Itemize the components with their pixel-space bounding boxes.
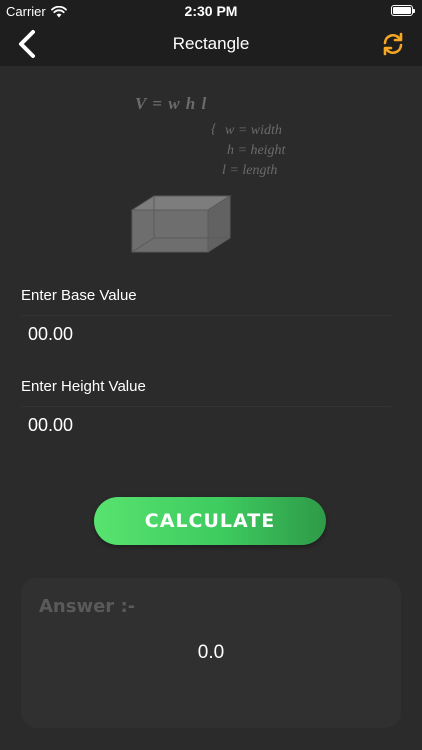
height-label: Enter Height Value — [21, 378, 146, 395]
status-bar: Carrier 2:30 PM — [0, 0, 422, 22]
answer-card: Answer :- 0.0 — [21, 578, 401, 728]
calculate-button[interactable]: CALCULATE — [94, 497, 326, 545]
page-title: Rectangle — [172, 34, 250, 53]
rectangular-prism-icon — [130, 195, 232, 253]
formula-illustration: V = w h l { w = width h = height l = len… — [0, 66, 422, 266]
height-input[interactable] — [21, 407, 391, 443]
nav-bar: Rectangle — [0, 22, 422, 66]
screen: Carrier 2:30 PM Rectangle V = w h l {w … — [0, 0, 422, 750]
answer-value: 0.0 — [197, 642, 225, 663]
base-input[interactable] — [21, 316, 391, 352]
refresh-icon — [383, 32, 403, 56]
formula-brace: { — [211, 122, 217, 137]
formula-length: l = length — [222, 163, 278, 178]
answer-title: Answer :- — [39, 596, 136, 617]
base-label: Enter Base Value — [21, 287, 137, 304]
refresh-button[interactable] — [380, 31, 406, 57]
formula-width: w = width — [225, 123, 282, 138]
battery-icon — [391, 5, 415, 16]
formula-height: h = height — [227, 143, 286, 158]
status-time: 2:30 PM — [184, 3, 238, 19]
formula-volume: V = w h l — [135, 94, 208, 113]
battery-level — [393, 7, 411, 14]
